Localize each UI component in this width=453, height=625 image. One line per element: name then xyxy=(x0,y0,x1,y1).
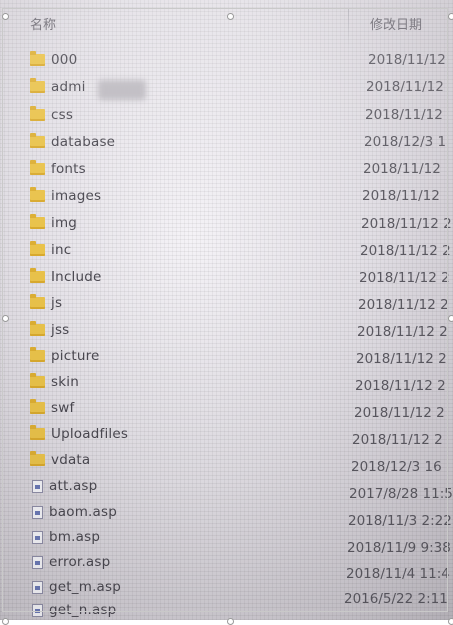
list-item-file[interactable]: error.asp xyxy=(30,550,110,574)
explorer-window: 名称 修改日期 000 2018/11/12 admi 2018/11/12 c… xyxy=(0,0,453,620)
item-name: error.asp xyxy=(49,554,111,570)
list-item-folder[interactable]: inc xyxy=(30,238,71,262)
list-item-folder[interactable]: skin xyxy=(30,370,79,394)
item-date: 2018/12/3 16 xyxy=(351,459,442,475)
folder-icon xyxy=(30,214,45,229)
item-name: fonts xyxy=(51,161,86,177)
item-date: 2018/11/12 2 xyxy=(360,243,451,259)
asp-file-icon xyxy=(32,479,43,493)
list-item-file[interactable]: get_m.asp xyxy=(30,575,121,599)
list-item-folder[interactable]: js xyxy=(30,291,62,315)
item-date: 2018/11/3 2:22 xyxy=(348,513,452,529)
item-date: 2016/5/22 2:11 xyxy=(344,591,448,607)
item-date: 2018/11/12 2 xyxy=(352,432,443,448)
list-item-folder[interactable]: Uploadfiles xyxy=(30,422,128,446)
list-item-file[interactable]: baom.asp xyxy=(30,500,117,524)
item-name: admi xyxy=(51,79,86,95)
list-item-folder[interactable]: database xyxy=(30,130,115,154)
folder-icon xyxy=(30,399,45,414)
item-date: 2018/11/12 2 xyxy=(357,324,448,340)
list-item-file[interactable]: att.asp xyxy=(30,474,97,498)
item-date: 2018/11/9 9:38 xyxy=(347,540,451,556)
item-date: 2018/11/12 2 xyxy=(361,216,452,232)
item-name: get_n.asp xyxy=(49,602,117,618)
folder-icon xyxy=(30,347,45,362)
item-name: get_m.asp xyxy=(49,579,122,595)
folder-icon xyxy=(30,241,45,256)
item-date: 2018/11/12 2 xyxy=(355,378,446,394)
item-name: picture xyxy=(51,348,100,364)
item-date: 2018/11/12 2 xyxy=(354,405,445,421)
item-name: img xyxy=(51,215,78,231)
folder-icon xyxy=(30,451,45,466)
folder-icon xyxy=(30,133,45,148)
item-date: 2017/8/28 11:5 xyxy=(349,486,453,502)
list-item-folder[interactable]: fonts xyxy=(30,157,86,181)
list-item-folder[interactable]: css xyxy=(30,103,73,127)
item-date: 2018/11/12 2 xyxy=(356,351,447,367)
item-date: 2018/11/12 2 xyxy=(359,270,450,286)
item-name: Uploadfiles xyxy=(51,426,129,442)
list-item-folder[interactable]: picture xyxy=(30,344,100,368)
folder-icon xyxy=(30,51,45,66)
asp-file-icon xyxy=(32,580,43,594)
folder-icon xyxy=(30,78,45,93)
item-name: att.asp xyxy=(49,478,98,494)
asp-file-icon xyxy=(32,530,43,544)
list-item-folder[interactable]: admi xyxy=(30,75,86,99)
folder-icon xyxy=(30,321,45,336)
list-item-file[interactable]: get_n.asp xyxy=(30,598,116,622)
folder-icon xyxy=(30,268,45,283)
asp-file-icon xyxy=(32,603,43,617)
item-name: swf xyxy=(51,400,75,416)
folder-icon xyxy=(30,187,45,202)
item-name: Include xyxy=(51,269,102,285)
list-item-folder[interactable]: swf xyxy=(30,396,74,420)
item-date: 2018/11/12 xyxy=(368,52,446,68)
list-item-folder[interactable]: 000 xyxy=(30,48,77,72)
item-date: 2018/11/12 xyxy=(362,188,440,204)
asp-file-icon xyxy=(32,555,43,569)
folder-icon xyxy=(30,160,45,175)
item-name: skin xyxy=(51,374,79,390)
item-name: database xyxy=(51,134,116,150)
item-date: 2018/11/12 xyxy=(363,161,441,177)
item-name: 000 xyxy=(51,52,78,68)
list-item-folder[interactable]: Include xyxy=(30,265,102,289)
list-item-folder[interactable]: images xyxy=(30,184,101,208)
file-list: 000 2018/11/12 admi 2018/11/12 css 2018/… xyxy=(0,0,453,620)
item-name: images xyxy=(51,188,102,204)
redaction-blur xyxy=(98,80,146,100)
item-name: vdata xyxy=(51,452,91,468)
asp-file-icon xyxy=(32,505,43,519)
item-name: inc xyxy=(51,242,72,258)
list-item-folder[interactable]: img xyxy=(30,211,77,235)
item-name: jss xyxy=(51,322,70,338)
folder-icon xyxy=(30,373,45,388)
folder-icon xyxy=(30,106,45,121)
item-date: 2018/11/4 11:4 xyxy=(346,566,450,582)
folder-icon xyxy=(30,425,45,440)
item-name: css xyxy=(51,107,74,123)
list-item-folder[interactable]: jss xyxy=(30,318,69,342)
list-item-file[interactable]: bm.asp xyxy=(30,525,100,549)
item-date: 2018/12/3 1 xyxy=(364,134,447,150)
item-date: 2018/11/12 xyxy=(365,107,443,123)
item-name: bm.asp xyxy=(49,529,101,545)
list-item-folder[interactable]: vdata xyxy=(30,448,90,472)
item-date: 2018/11/12 xyxy=(366,79,444,95)
folder-icon xyxy=(30,294,45,309)
item-name: baom.asp xyxy=(49,504,118,520)
item-date: 2018/11/12 2 xyxy=(358,297,449,313)
item-name: js xyxy=(51,295,63,311)
